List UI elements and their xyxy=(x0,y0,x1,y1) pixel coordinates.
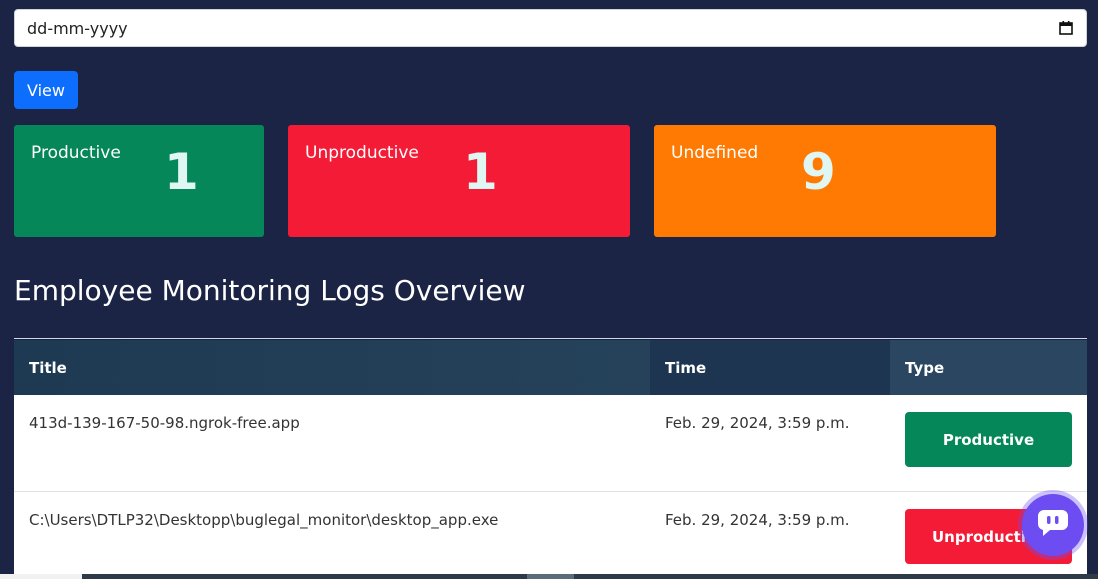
calendar-icon[interactable] xyxy=(1058,20,1074,36)
section-title: Employee Monitoring Logs Overview xyxy=(14,274,526,307)
date-input[interactable]: dd-mm-yyyy xyxy=(14,9,1087,47)
taskbar-segment xyxy=(527,574,574,579)
column-header-time: Time xyxy=(650,340,890,395)
chat-bubble-icon xyxy=(1036,508,1070,542)
undefined-card-count: 9 xyxy=(801,143,836,201)
undefined-card-label: Undefined xyxy=(671,143,759,163)
row-time: Feb. 29, 2024, 3:59 p.m. xyxy=(665,414,850,432)
column-header-type: Type xyxy=(890,340,1087,395)
view-button[interactable]: View xyxy=(14,71,78,109)
type-badge-productive[interactable]: Productive xyxy=(905,412,1072,467)
row-title: C:\Users\DTLP32\Desktopp\buglegal_monito… xyxy=(29,511,499,529)
row-time: Feb. 29, 2024, 3:59 p.m. xyxy=(665,511,850,529)
column-header-title: Title xyxy=(29,358,67,377)
chat-widget-button[interactable] xyxy=(1022,494,1084,556)
taskbar-strip xyxy=(0,574,1098,579)
taskbar-segment xyxy=(0,574,82,579)
table-header: Title Time Type xyxy=(14,340,1087,395)
undefined-card: Undefined 9 xyxy=(654,125,996,237)
table-row: 413d-139-167-50-98.ngrok-free.app Feb. 2… xyxy=(14,395,1087,492)
date-input-value: dd-mm-yyyy xyxy=(27,18,128,38)
unproductive-card-count: 1 xyxy=(463,143,498,201)
unproductive-card: Unproductive 1 xyxy=(288,125,630,237)
productive-card-label: Productive xyxy=(31,143,121,163)
page: dd-mm-yyyy View Productive 1 Unproductiv… xyxy=(0,0,1098,579)
row-title: 413d-139-167-50-98.ngrok-free.app xyxy=(29,414,300,432)
productive-card: Productive 1 xyxy=(14,125,264,237)
unproductive-card-label: Unproductive xyxy=(305,143,419,163)
productive-card-count: 1 xyxy=(164,143,199,201)
table-row: C:\Users\DTLP32\Desktopp\buglegal_monito… xyxy=(14,492,1087,579)
logs-table: Title Time Type 413d-139-167-50-98.ngrok… xyxy=(14,338,1087,579)
